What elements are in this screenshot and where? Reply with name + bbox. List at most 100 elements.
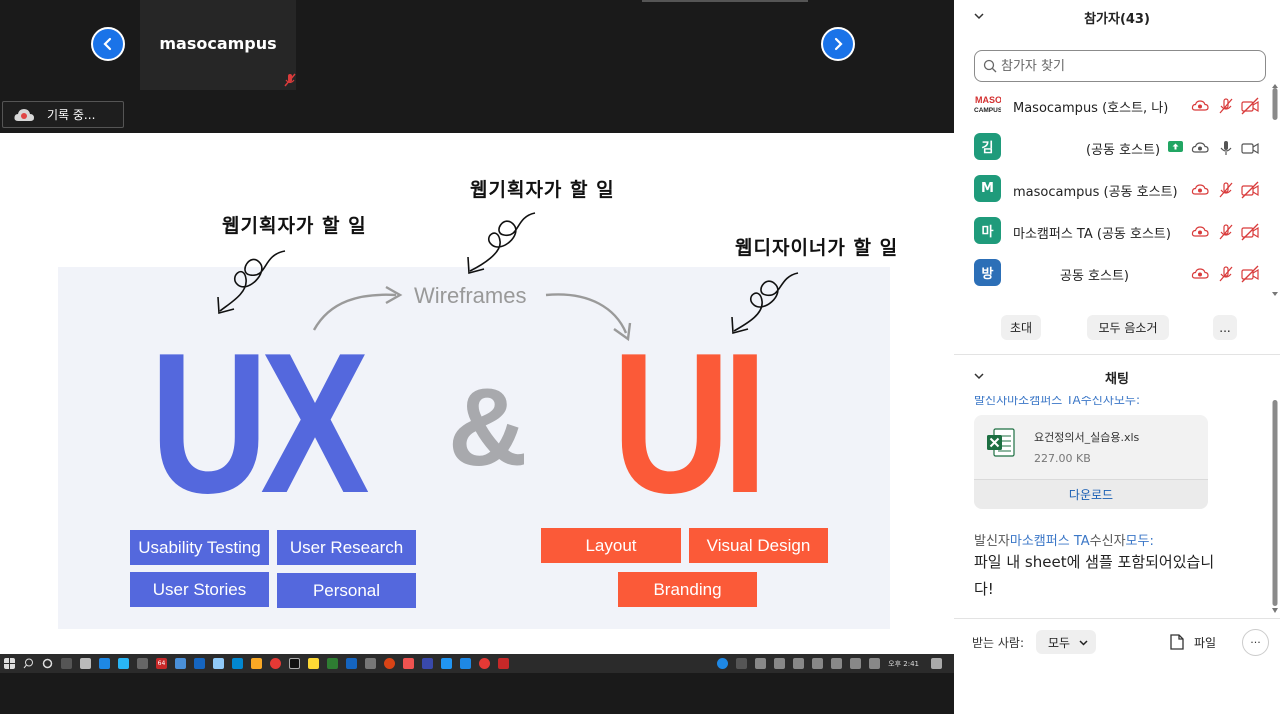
curly-arrow-left xyxy=(219,250,286,312)
cloud-recording-icon xyxy=(1191,184,1209,195)
chrome-icon xyxy=(479,658,490,669)
participants-header[interactable]: 참가자(43) xyxy=(954,0,1280,34)
next-page-button[interactable] xyxy=(821,27,855,61)
search-icon xyxy=(23,658,33,669)
wireframes-label: Wireframes xyxy=(414,283,527,308)
app-icon xyxy=(213,658,224,669)
participant-row[interactable]: MASO CAMPUS Masocampus (호스트, 나) xyxy=(954,85,1274,127)
participant-row[interactable]: 마 마소캠퍼스 TA (공동 호스트) xyxy=(954,211,1274,253)
handwritten-note-planner-left: 웹기획자가 할 일 xyxy=(222,215,367,237)
edge-new-icon xyxy=(118,658,129,669)
handwritten-note-planner-mid: 웹기획자가 할 일 xyxy=(470,179,615,201)
chevron-right-icon xyxy=(834,37,843,51)
share-screen-icon xyxy=(1168,141,1183,152)
participant-row[interactable]: 김 (공동 호스트) xyxy=(954,127,1274,169)
participant-search-input[interactable] xyxy=(1001,58,1251,74)
receiver-name[interactable]: 모두: xyxy=(1126,534,1154,549)
word-icon xyxy=(346,658,357,669)
ui-tag: Layout xyxy=(541,528,681,563)
participant-name: Masocampus (호스트, 나) xyxy=(1013,101,1169,116)
mic-muted-icon[interactable] xyxy=(1217,223,1235,241)
mic-icon[interactable] xyxy=(1217,139,1235,157)
ampersand: & xyxy=(448,366,528,489)
ui-tag: Visual Design xyxy=(689,528,828,563)
participant-status-icons xyxy=(1191,223,1261,241)
chat-title: 채팅 xyxy=(1105,371,1129,387)
video-off-icon[interactable] xyxy=(1241,97,1259,115)
cloud-recording-icon xyxy=(1191,100,1209,111)
avatar: MASO CAMPUS xyxy=(974,91,1001,118)
participants-title: 참가자(43) xyxy=(1084,11,1150,27)
mic-muted-icon[interactable] xyxy=(1217,97,1235,115)
handwritten-note-designer: 웹디자이너가 할 일 xyxy=(735,237,899,259)
previous-page-button[interactable] xyxy=(91,27,125,61)
participant-row[interactable]: 방 공동 호스트) xyxy=(954,253,1274,295)
video-off-icon[interactable] xyxy=(1241,223,1259,241)
chat-scrollbar[interactable] xyxy=(1272,400,1278,614)
shared-taskbar: 64 오후 2:41 xyxy=(0,654,954,673)
tray-chevron-icon xyxy=(736,658,748,669)
recipient-select[interactable]: 모두 xyxy=(1036,630,1096,654)
participants-scrollbar[interactable] xyxy=(1272,84,1278,296)
chevron-down-icon[interactable] xyxy=(974,11,984,21)
mic-muted-icon[interactable] xyxy=(1217,265,1235,283)
tray-mic-icon xyxy=(755,658,767,669)
send-file-label: 파일 xyxy=(1194,635,1217,650)
invite-button[interactable]: 초대 xyxy=(1001,315,1041,340)
chat-message: 파일 내 sheet에 샘플 포함되어있습니다! xyxy=(974,553,1215,598)
tray-volume-icon xyxy=(812,658,824,669)
participants-more-button[interactable]: ... xyxy=(1213,315,1237,340)
app-icon xyxy=(422,658,433,669)
chat-clipped-sender-line: 발신자마소캠퍼스 TA수신자모두: xyxy=(974,396,1140,406)
app-icon xyxy=(137,658,148,669)
download-button[interactable]: 다운로드 xyxy=(974,479,1208,509)
participant-name: 마소캠퍼스 TA (공동 호스트) xyxy=(1013,227,1171,242)
task-view-icon xyxy=(61,658,72,669)
app-icon xyxy=(403,658,414,669)
video-off-icon[interactable] xyxy=(1241,181,1259,199)
sender-name[interactable]: 마소캠퍼스 TA xyxy=(1010,534,1090,549)
participant-name: (공동 호스트) xyxy=(1086,143,1161,158)
meeting-area: masocampus 기록 중... 웹기획자가 할 일 웹기획자가 할 일 웹… xyxy=(0,0,954,714)
cloud-recording-icon xyxy=(1191,268,1209,279)
send-file-button[interactable]: 파일 xyxy=(1170,630,1216,654)
recipient-value: 모두 xyxy=(1048,635,1071,650)
ux-heading: UX xyxy=(150,312,370,535)
section-divider xyxy=(954,354,1280,355)
tray-pen-icon xyxy=(774,658,786,669)
tray-keyboard-icon xyxy=(850,658,862,669)
participant-search[interactable] xyxy=(974,50,1266,82)
chat-more-button[interactable]: ··· xyxy=(1242,629,1269,656)
acrobat-icon xyxy=(498,658,509,669)
excel-icon xyxy=(327,658,338,669)
video-off-icon[interactable] xyxy=(1241,265,1259,283)
video-tile[interactable]: masocampus xyxy=(140,0,296,90)
chat-file-attachment[interactable]: 요건정의서_실습용.xls 227.00 KB 다운로드 xyxy=(974,415,1208,509)
mic-muted-icon[interactable] xyxy=(1217,181,1235,199)
chat-sender-line: 발신자마소캠퍼스 TA수신자모두: xyxy=(974,530,1154,549)
notification-icon xyxy=(931,658,942,669)
participant-name: masocampus (공동 호스트) xyxy=(1013,185,1178,200)
recording-indicator[interactable]: 기록 중... xyxy=(2,101,124,128)
mute-all-button[interactable]: 모두 음소거 xyxy=(1087,315,1169,340)
chevron-down-icon[interactable] xyxy=(974,371,984,381)
curly-arrow-mid xyxy=(469,212,536,272)
video-icon[interactable] xyxy=(1241,139,1259,157)
help-icon xyxy=(717,658,729,669)
chat-header[interactable]: 채팅 xyxy=(954,360,1280,394)
tray-network-icon xyxy=(831,658,843,669)
tray-ime-icon xyxy=(869,658,881,669)
cloud-recording-icon xyxy=(1191,142,1209,153)
svg-text:CAMPUS: CAMPUS xyxy=(974,107,1001,114)
ux-tag: Usability Testing xyxy=(130,530,269,565)
powerpoint-icon xyxy=(384,658,395,669)
svg-text:MASO: MASO xyxy=(975,95,1001,105)
app-badge-icon: 64 xyxy=(156,658,167,669)
recording-label: 기록 중... xyxy=(47,108,96,122)
recipient-label: 받는 사람: xyxy=(972,636,1025,650)
tray-wifi-icon xyxy=(793,658,805,669)
cloud-recording-icon xyxy=(14,108,34,121)
mic-muted-icon xyxy=(284,73,296,87)
participant-row[interactable]: M masocampus (공동 호스트) xyxy=(954,169,1274,211)
avatar: M xyxy=(974,175,1001,202)
